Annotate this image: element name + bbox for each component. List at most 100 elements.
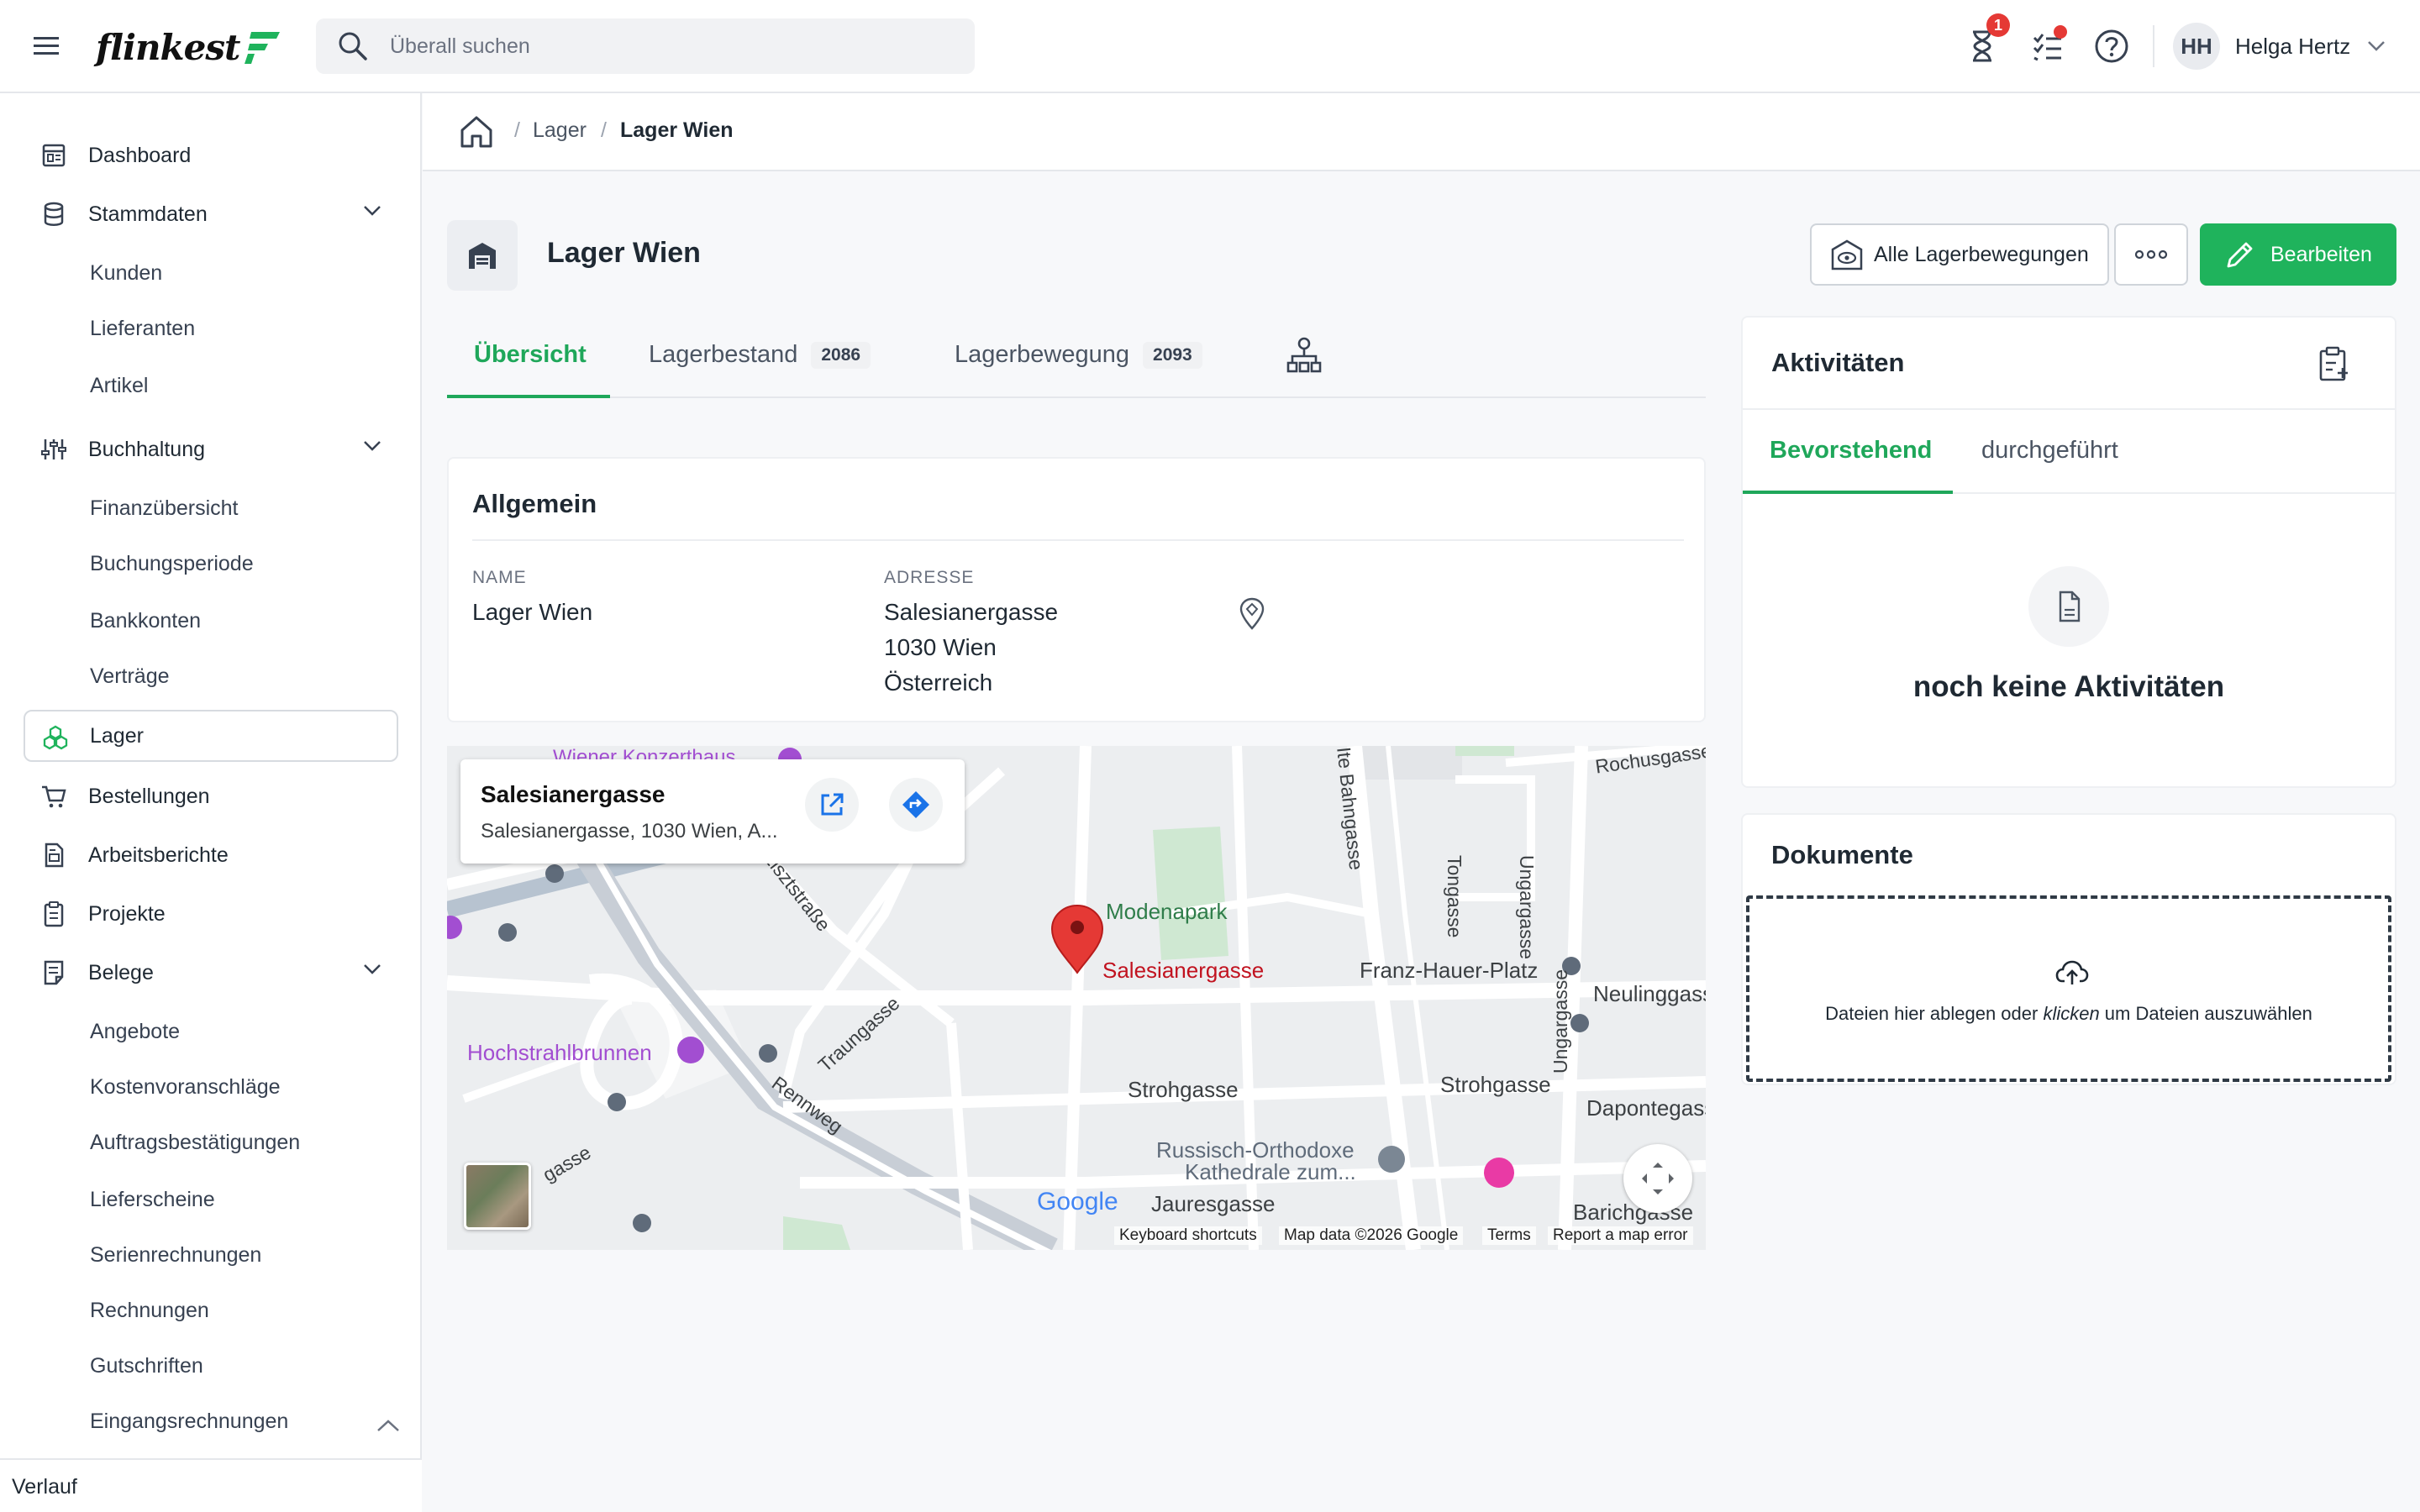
tab-upcoming[interactable]: Bevorstehend [1770,437,1932,465]
sidebar-item-gutschriften[interactable]: Gutschriften [90,1349,203,1383]
map-label: Salesianergasse [1102,958,1265,983]
report-icon [45,843,64,868]
menu-icon[interactable] [30,32,66,60]
warehouse-icon [469,243,496,269]
sidebar-item-label: Projekte [88,901,166,926]
map-data-text: Map data ©2026 Google [1279,1226,1464,1245]
sidebar-item-eingangsrechnungen[interactable]: Eingangsrechnungen [90,1404,288,1438]
sidebar-item-belege[interactable]: Belege [24,947,398,999]
file-dropzone[interactable]: Dateien hier ablegen oder klicken um Dat… [1746,895,2391,1082]
card-divider [472,539,1684,541]
tasks-button[interactable] [2027,25,2069,67]
report-error-link[interactable]: Report a map error [1548,1226,1693,1245]
sidebar-item-buchhaltung[interactable]: Buchhaltung [24,423,398,475]
empty-state-icon-box [2028,566,2109,647]
sidebar-item-serienrechnungen[interactable]: Serienrechnungen [90,1238,261,1272]
tab-bar: Übersicht Lagerbestand 2086 Lagerbewegun… [447,318,1706,398]
warehouse-eye-icon [1831,239,1863,270]
map-label: Tongasse [1444,855,1465,938]
sidebar-item-kunden[interactable]: Kunden [90,256,162,290]
document-icon [2059,591,2081,622]
sidebar-item-lieferscheine[interactable]: Lieferscheine [90,1183,215,1216]
map-label: Neulinggasse [1593,981,1706,1006]
history-label: Verlauf [12,1475,77,1499]
satellite-toggle[interactable] [464,1163,531,1230]
sidebar-item-buchungsperiode[interactable]: Buchungsperiode [90,547,254,580]
app-logo[interactable]: flinkest [96,22,283,72]
tab-lagerbestand[interactable]: Lagerbestand 2086 [649,341,871,369]
directions-button[interactable] [889,778,943,832]
chevron-up-icon[interactable] [376,1418,400,1433]
address-line2: 1030 Wien [884,634,997,660]
add-activity-icon[interactable] [2316,346,2351,383]
map[interactable]: Wiener Konzerthaus Rochusgasse Lisztstra… [447,746,1706,1250]
documents-title: Dokumente [1771,840,1913,869]
dropzone-text: Dateien hier ablegen oder klicken um Dat… [1825,1003,2312,1024]
map-pin-icon[interactable] [1237,596,1267,630]
timer-button[interactable]: 1 [1961,13,2010,67]
notification-badge: 1 [1986,13,2010,37]
google-logo: Google [1037,1188,1118,1215]
tab-done[interactable]: durchgeführt [1981,437,2118,465]
search-icon [339,32,367,60]
map-info-subtitle: Salesianergasse, 1030 Wien, A... [481,820,778,843]
page-title: Lager Wien [547,237,701,269]
breadcrumb-lager[interactable]: Lager [533,118,587,143]
boxes-icon [43,725,68,750]
tab-lagerbewegung[interactable]: Lagerbewegung 2093 [955,341,1202,369]
sidebar-item-dashboard[interactable]: Dashboard [24,129,398,181]
history-panel[interactable]: Verlauf [0,1458,422,1512]
edit-button[interactable]: Bearbeiten [2200,223,2396,286]
sidebar-item-label: Bestellungen [88,784,210,808]
sidebar-item-vertraege[interactable]: Verträge [90,659,170,693]
all-movements-label: Alle Lagerbewegungen [1874,242,2089,266]
home-icon[interactable] [458,113,495,150]
cart-icon [42,785,66,808]
avatar: HH [2173,23,2220,70]
dashboard-icon [42,144,66,167]
sidebar-item-bankkonten[interactable]: Bankkonten [90,604,201,638]
sidebar-item-label: Arbeitsberichte [88,843,229,867]
map-label: Strohgasse [1440,1072,1551,1097]
address-line3: Österreich [884,669,993,696]
expand-icon [1642,1163,1674,1194]
keyboard-shortcuts-link[interactable]: Keyboard shortcuts [1114,1226,1262,1245]
general-title: Allgemein [472,489,597,518]
documents-card: Dokumente Dateien hier ablegen oder klic… [1741,813,2396,1085]
all-movements-button[interactable]: Alle Lagerbewegungen [1810,223,2109,286]
sidebar-item-stammdaten[interactable]: Stammdaten [24,188,398,240]
user-menu[interactable]: HH Helga Hertz [2173,22,2386,71]
sidebar-item-label: Lager [90,723,144,748]
help-button[interactable] [2091,25,2133,67]
tab-label: Übersicht [474,341,587,368]
sidebar-item-lieferanten[interactable]: Lieferanten [90,312,195,345]
address-line1: Salesianergasse [884,599,1059,625]
sidebar-item-projekte[interactable]: Projekte [24,888,398,940]
clipboard-icon [44,901,64,927]
sidebar-item-kostenvoranschlaege[interactable]: Kostenvoranschläge [90,1070,281,1104]
help-icon [2095,29,2128,63]
map-label: Ungargasse [1549,969,1571,1074]
edit-label: Bearbeiten [2270,242,2372,266]
sidebar-item-auftragsbestaetigungen[interactable]: Auftragsbestätigungen [90,1126,300,1159]
terms-link[interactable]: Terms [1482,1226,1536,1245]
sidebar-item-artikel[interactable]: Artikel [90,369,148,402]
map-label: Dapontegasse [1586,1095,1706,1121]
sidebar-item-rechnungen[interactable]: Rechnungen [90,1294,209,1327]
sidebar-item-bestellungen[interactable]: Bestellungen [24,770,398,822]
more-button[interactable] [2114,223,2188,286]
sidebar-item-arbeitsberichte[interactable]: Arbeitsberichte [24,829,398,881]
fullscreen-button[interactable] [1623,1144,1692,1213]
org-chart-icon[interactable] [1286,336,1323,375]
sidebar-item-angebote[interactable]: Angebote [90,1015,180,1048]
sidebar-item-lager[interactable]: Lager [24,710,398,762]
chevron-down-icon [364,441,381,451]
warehouse-icon-box [447,220,518,291]
active-tab-indicator [447,395,610,398]
global-search[interactable] [316,18,975,74]
tab-overview[interactable]: Übersicht [474,341,587,369]
sidebar-item-finanzuebersicht[interactable]: Finanzübersicht [90,491,238,525]
open-in-maps-button[interactable] [805,778,859,832]
search-input[interactable] [390,34,928,59]
tab-count-badge: 2093 [1143,341,1202,369]
